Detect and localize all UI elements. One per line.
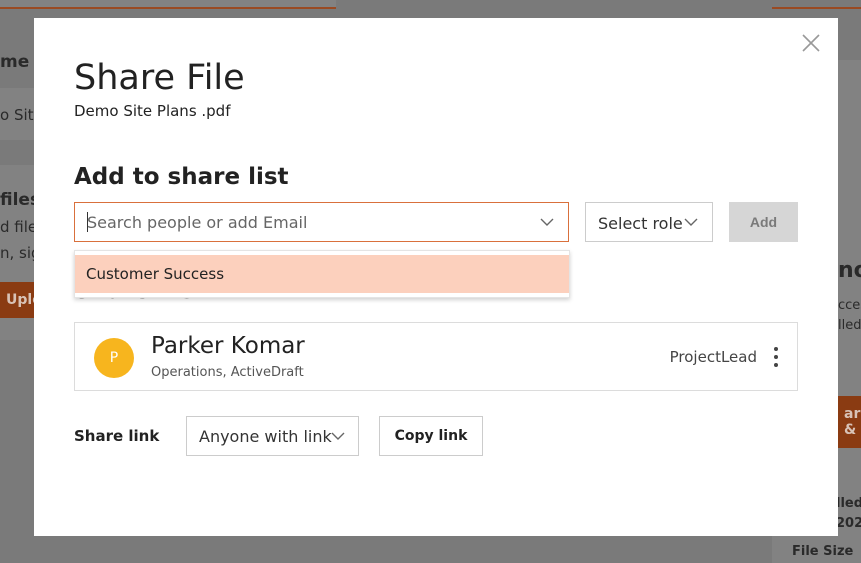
bg-divider (0, 7, 336, 9)
bg-file-size-header: File Size (792, 544, 854, 559)
member-organization: Operations, ActiveDraft (151, 365, 304, 380)
copy-link-button[interactable]: Copy link (379, 416, 483, 456)
role-select[interactable]: Select role (585, 202, 713, 242)
more-options-icon[interactable] (773, 347, 779, 369)
share-list-item: P Parker Komar Operations, ActiveDraft P… (74, 322, 798, 391)
bg-text: cces (838, 298, 861, 313)
member-role[interactable]: ProjectLead (670, 348, 757, 366)
add-section-title: Add to share list (74, 164, 289, 190)
add-button[interactable]: Add (729, 202, 798, 242)
bg-text: d file (0, 218, 38, 236)
bg-share-button: are & (838, 396, 861, 448)
chevron-down-icon (684, 218, 698, 226)
bg-text: lled (836, 496, 861, 511)
role-select-label: Select role (598, 214, 683, 233)
link-access-select[interactable]: Anyone with link (186, 416, 359, 456)
suggestions-dropdown: Customer Success (74, 250, 570, 298)
chevron-down-icon[interactable] (540, 218, 554, 226)
share-link-label: Share link (74, 427, 160, 445)
chevron-down-icon (331, 432, 345, 440)
close-icon[interactable] (800, 32, 822, 54)
bg-text: lled (838, 318, 861, 333)
link-access-value: Anyone with link (199, 427, 332, 446)
bg-text: no (838, 258, 861, 283)
people-search-input[interactable] (87, 203, 527, 241)
file-name: Demo Site Plans .pdf (74, 102, 231, 120)
bg-text: 202 (836, 516, 861, 531)
people-search-combobox[interactable] (74, 202, 569, 242)
suggestion-item[interactable]: Customer Success (75, 255, 569, 293)
dialog-title: Share File (74, 58, 245, 98)
bg-divider (772, 7, 861, 9)
avatar: P (94, 338, 134, 378)
member-name: Parker Komar (151, 333, 305, 359)
share-file-dialog: Share File Demo Site Plans .pdf Add to s… (34, 18, 838, 536)
bg-text: me (0, 52, 30, 72)
bg-card (838, 60, 861, 230)
